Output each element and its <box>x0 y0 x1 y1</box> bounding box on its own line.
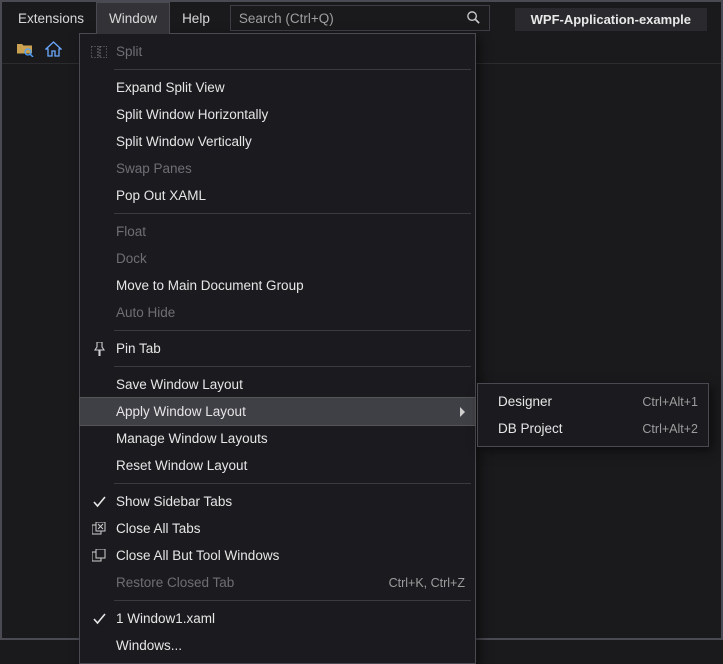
menu-item-split: Split <box>80 38 475 65</box>
menu-item-close-all-tabs[interactable]: Close All Tabs <box>80 515 475 542</box>
separator <box>114 213 471 214</box>
close-all-icon <box>86 519 112 539</box>
search-placeholder: Search (Ctrl+Q) <box>231 11 334 26</box>
separator <box>114 330 471 331</box>
menu-item-show-sidebar-tabs[interactable]: Show Sidebar Tabs <box>80 488 475 515</box>
menu-item-split-vertically[interactable]: Split Window Vertically <box>80 128 475 155</box>
submenu-arrow-icon <box>460 407 465 417</box>
menu-help-label: Help <box>182 11 210 26</box>
menu-item-pop-out-xaml[interactable]: Pop Out XAML <box>80 182 475 209</box>
checkmark-icon <box>86 492 112 512</box>
menu-item-apply-layout[interactable]: Apply Window Layout <box>80 398 475 425</box>
checkmark-icon <box>86 609 112 629</box>
separator <box>114 69 471 70</box>
menu-item-manage-layouts[interactable]: Manage Window Layouts <box>80 425 475 452</box>
menu-item-pin-tab[interactable]: Pin Tab <box>80 335 475 362</box>
window-menu: Split Expand Split View Split Window Hor… <box>79 33 476 664</box>
close-group-icon <box>86 546 112 566</box>
menu-item-restore-closed-tab: Restore Closed Tab Ctrl+K, Ctrl+Z <box>80 569 475 596</box>
menu-item-move-to-main[interactable]: Move to Main Document Group <box>80 272 475 299</box>
menu-item-float: Float <box>80 218 475 245</box>
menu-item-split-label: Split <box>112 44 465 59</box>
search-input[interactable]: Search (Ctrl+Q) <box>230 5 490 31</box>
menubar-row: Extensions Window Help Search (Ctrl+Q) W… <box>2 2 721 34</box>
menu-item-window1-xaml[interactable]: 1 Window1.xaml <box>80 605 475 632</box>
separator <box>114 366 471 367</box>
menu-window-label: Window <box>109 11 157 26</box>
pin-icon <box>86 339 112 359</box>
menu-item-reset-layout[interactable]: Reset Window Layout <box>80 452 475 479</box>
menu-item-expand-split-view[interactable]: Expand Split View <box>80 74 475 101</box>
separator <box>114 600 471 601</box>
menu-item-split-horizontally[interactable]: Split Window Horizontally <box>80 101 475 128</box>
menu-help[interactable]: Help <box>170 2 222 34</box>
menu-item-save-layout[interactable]: Save Window Layout <box>80 371 475 398</box>
submenu-item-designer[interactable]: Designer Ctrl+Alt+1 <box>478 388 708 415</box>
submenu-item-db-project[interactable]: DB Project Ctrl+Alt+2 <box>478 415 708 442</box>
home-icon[interactable] <box>44 40 62 58</box>
menu-window[interactable]: Window <box>96 2 170 34</box>
folder-search-icon[interactable] <box>16 40 34 58</box>
menu-item-swap-panes: Swap Panes <box>80 155 475 182</box>
separator <box>114 483 471 484</box>
project-name[interactable]: WPF-Application-example <box>515 8 707 31</box>
menu-extensions-label: Extensions <box>18 11 84 26</box>
menu-extensions[interactable]: Extensions <box>6 2 96 34</box>
search-icon <box>466 10 481 25</box>
menu-item-auto-hide: Auto Hide <box>80 299 475 326</box>
split-icon <box>86 42 112 62</box>
menu-item-close-all-but-tool[interactable]: Close All But Tool Windows <box>80 542 475 569</box>
menubar: Extensions Window Help <box>6 2 222 34</box>
menu-item-windows[interactable]: Windows... <box>80 632 475 659</box>
menu-item-dock: Dock <box>80 245 475 272</box>
apply-layout-submenu: Designer Ctrl+Alt+1 DB Project Ctrl+Alt+… <box>477 383 709 447</box>
